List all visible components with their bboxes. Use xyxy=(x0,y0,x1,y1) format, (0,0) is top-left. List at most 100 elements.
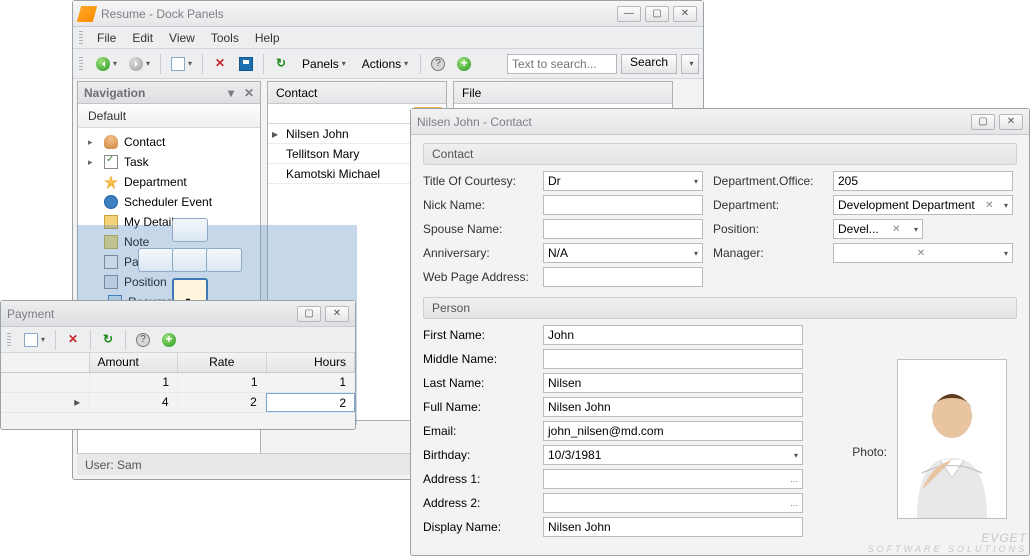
nav-forward-button[interactable]: ▾ xyxy=(124,53,155,75)
help-button[interactable]: ? xyxy=(426,53,450,75)
payment-help-button[interactable]: ? xyxy=(131,329,155,351)
payment-refresh-button[interactable]: ↻ xyxy=(96,329,120,351)
pin-icon[interactable]: ▾ xyxy=(228,86,238,100)
field-web[interactable] xyxy=(543,267,703,287)
lbl-display: Display Name: xyxy=(423,520,533,534)
panel-close-icon[interactable]: ✕ xyxy=(244,86,254,100)
field-first[interactable]: John xyxy=(543,325,803,345)
save-button[interactable] xyxy=(234,53,258,75)
lbl-anniv: Anniversary: xyxy=(423,246,533,260)
lbl-web: Web Page Address: xyxy=(423,270,533,284)
table-row[interactable]: 111 xyxy=(1,373,355,393)
panels-dropdown[interactable]: Panels▾ xyxy=(295,53,353,75)
detail-close-button[interactable]: ✕ xyxy=(999,114,1023,130)
detail-maximize-button[interactable]: ▢ xyxy=(971,114,995,130)
lbl-photo: Photo: xyxy=(852,445,887,459)
add-button[interactable]: + xyxy=(452,53,476,75)
toolbar-grip[interactable] xyxy=(79,57,83,71)
col-hours[interactable]: Hours xyxy=(267,353,356,372)
payment-window: Payment ▢ ✕ ▾ ✕ ↻ ? + Amount Rate Hours … xyxy=(0,300,356,430)
field-middle[interactable] xyxy=(543,349,803,369)
payment-grid: Amount Rate Hours 111 ▸ 422 xyxy=(1,353,355,413)
menu-edit[interactable]: Edit xyxy=(124,31,161,45)
payment-title: Payment xyxy=(7,307,297,321)
search-dropdown[interactable]: ▾ xyxy=(681,54,699,74)
field-full[interactable]: Nilsen John xyxy=(543,397,803,417)
search-button[interactable]: Search xyxy=(621,54,677,74)
group-contact: Contact xyxy=(423,143,1017,165)
task-icon xyxy=(104,155,118,169)
lbl-title-courtesy: Title Of Courtesy: xyxy=(423,174,533,188)
field-email[interactable]: john_nilsen@md.com xyxy=(543,421,803,441)
field-last[interactable]: Nilsen xyxy=(543,373,803,393)
avatar-icon xyxy=(902,378,1002,518)
app-icon xyxy=(77,6,97,22)
lbl-manager: Manager: xyxy=(713,246,823,260)
field-position[interactable]: Devel...✕▾ xyxy=(833,219,923,239)
group-person: Person xyxy=(423,297,1017,319)
field-display[interactable]: Nilsen John xyxy=(543,517,803,537)
field-addr2[interactable]: … xyxy=(543,493,803,513)
new-button[interactable]: ▾ xyxy=(166,53,197,75)
field-nick[interactable] xyxy=(543,195,703,215)
field-spouse[interactable] xyxy=(543,219,703,239)
payment-toolbar: ▾ ✕ ↻ ? + xyxy=(1,327,355,353)
menubar-grip[interactable] xyxy=(79,31,83,45)
table-row[interactable]: ▸ 422 xyxy=(1,393,355,413)
field-birth[interactable]: 10/3/1981▾ xyxy=(543,445,803,465)
nav-back-button[interactable]: ▾ xyxy=(91,53,122,75)
lbl-addr2: Address 2: xyxy=(423,496,533,510)
payment-toolbar-grip[interactable] xyxy=(7,333,11,347)
lbl-nick: Nick Name: xyxy=(423,198,533,212)
field-addr1[interactable]: … xyxy=(543,469,803,489)
nav-title: Navigation xyxy=(84,86,145,100)
refresh-button[interactable]: ↻ xyxy=(269,53,293,75)
col-amount[interactable]: Amount xyxy=(90,353,179,372)
actions-dropdown[interactable]: Actions▾ xyxy=(355,53,415,75)
field-anniv[interactable]: N/A▾ xyxy=(543,243,703,263)
lbl-dept-office: Department.Office: xyxy=(713,174,823,188)
nav-group[interactable]: Default xyxy=(78,104,260,128)
contact-detail-window: Nilsen John - Contact ▢ ✕ Contact Title … xyxy=(410,108,1030,556)
col-rate[interactable]: Rate xyxy=(178,353,267,372)
payment-delete-button[interactable]: ✕ xyxy=(61,329,85,351)
field-manager[interactable]: ✕▾ xyxy=(833,243,1013,263)
nav-item-scheduler[interactable]: Scheduler Event xyxy=(80,192,258,212)
delete-button[interactable]: ✕ xyxy=(208,53,232,75)
payment-maximize-button[interactable]: ▢ xyxy=(297,306,321,322)
payment-add-button[interactable]: + xyxy=(157,329,181,351)
nav-item-contact[interactable]: ▸Contact xyxy=(80,132,258,152)
search-input[interactable] xyxy=(507,54,617,74)
contact-col-header[interactable]: Contact xyxy=(268,82,446,104)
lbl-addr1: Address 1: xyxy=(423,472,533,486)
lbl-middle: Middle Name: xyxy=(423,352,533,366)
main-title: Resume - Dock Panels xyxy=(101,7,617,21)
lbl-position: Position: xyxy=(713,222,823,236)
scheduler-icon xyxy=(104,195,118,209)
field-title-courtesy[interactable]: Dr▾ xyxy=(543,171,703,191)
field-dept-office[interactable]: 205 xyxy=(833,171,1013,191)
main-titlebar: Resume - Dock Panels — ▢ ✕ xyxy=(73,1,703,27)
lbl-email: Email: xyxy=(423,424,533,438)
field-dept[interactable]: Development Department✕▾ xyxy=(833,195,1013,215)
payment-close-button[interactable]: ✕ xyxy=(325,306,349,322)
menu-view[interactable]: View xyxy=(161,31,203,45)
close-button[interactable]: ✕ xyxy=(673,6,697,22)
lbl-dept: Department: xyxy=(713,198,823,212)
nav-item-task[interactable]: ▸Task xyxy=(80,152,258,172)
main-toolbar: ▾ ▾ ▾ ✕ ↻ Panels▾ Actions▾ ? + Search ▾ xyxy=(73,49,703,79)
menu-tools[interactable]: Tools xyxy=(203,31,247,45)
detail-title: Nilsen John - Contact xyxy=(417,115,971,129)
minimize-button[interactable]: — xyxy=(617,6,641,22)
file-col-header[interactable]: File xyxy=(454,82,672,104)
menu-help[interactable]: Help xyxy=(247,31,288,45)
payment-new-button[interactable]: ▾ xyxy=(19,329,50,351)
maximize-button[interactable]: ▢ xyxy=(645,6,669,22)
lbl-birth: Birthday: xyxy=(423,448,533,462)
lbl-last: Last Name: xyxy=(423,376,533,390)
department-icon xyxy=(104,175,118,189)
photo-box[interactable] xyxy=(897,359,1007,519)
menu-file[interactable]: File xyxy=(89,31,124,45)
lbl-first: First Name: xyxy=(423,328,533,342)
nav-item-department[interactable]: Department xyxy=(80,172,258,192)
